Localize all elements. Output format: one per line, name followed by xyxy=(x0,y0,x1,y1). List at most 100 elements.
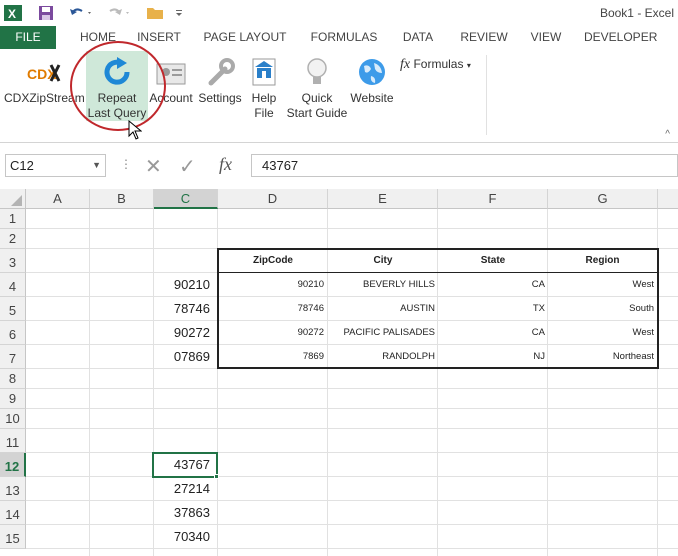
table-cell[interactable]: AUSTIN xyxy=(328,303,437,314)
chevron-down-icon: ▾ xyxy=(466,61,471,70)
redo-icon[interactable] xyxy=(106,3,132,23)
column-header-e[interactable]: E xyxy=(328,189,438,209)
ribbon-separator xyxy=(486,55,487,135)
row-header-11[interactable]: 11 xyxy=(0,429,26,453)
formula-bar-buttons: ✕ ✓ fx xyxy=(137,154,247,179)
website-button[interactable]: Website xyxy=(348,55,396,106)
select-all-corner[interactable] xyxy=(0,189,26,209)
table-cell[interactable]: 7869 xyxy=(218,351,326,362)
gridline xyxy=(26,228,678,229)
cell-c5[interactable]: 78746 xyxy=(154,301,218,316)
cell-c4[interactable]: 90210 xyxy=(154,277,218,292)
table-header-city[interactable]: City xyxy=(328,255,438,266)
row-header-9[interactable]: 9 xyxy=(0,389,26,409)
table-cell[interactable]: West xyxy=(548,279,656,290)
save-icon[interactable] xyxy=(38,3,54,23)
table-cell[interactable]: TX xyxy=(438,303,547,314)
column-header-a[interactable]: A xyxy=(26,189,90,209)
table-cell[interactable]: BEVERLY HILLS xyxy=(328,279,437,290)
formula-input[interactable]: 43767 xyxy=(251,154,678,177)
row-header-1[interactable]: 1 xyxy=(0,209,26,229)
table-cell[interactable]: 78746 xyxy=(218,303,326,314)
collapse-ribbon-icon[interactable]: ^ xyxy=(665,129,670,140)
open-folder-icon[interactable] xyxy=(146,3,166,23)
fill-handle[interactable] xyxy=(214,474,219,479)
row-header-2[interactable]: 2 xyxy=(0,229,26,249)
table-header-region[interactable]: Region xyxy=(548,255,657,266)
insert-function-icon[interactable]: fx xyxy=(219,154,232,175)
mouse-cursor-icon xyxy=(128,119,143,143)
table-cell[interactable]: Northeast xyxy=(548,351,656,362)
globe-icon xyxy=(355,55,389,89)
tab-data[interactable]: DATA xyxy=(398,26,438,49)
cell-c7[interactable]: 07869 xyxy=(154,349,218,364)
quick-start-guide-button[interactable]: Quick Start Guide xyxy=(286,55,348,121)
table-cell[interactable]: CA xyxy=(438,279,547,290)
table-cell[interactable]: South xyxy=(548,303,656,314)
column-header-d[interactable]: D xyxy=(218,189,328,209)
table-cell[interactable]: 90210 xyxy=(218,279,326,290)
title-bar: X Book1 - Excel xyxy=(0,0,678,26)
row-header-6[interactable]: 6 xyxy=(0,321,26,345)
table-cell[interactable]: West xyxy=(548,327,656,338)
chevron-down-icon[interactable]: ▼ xyxy=(92,155,101,176)
worksheet-grid[interactable]: A B C D E F G 1 2 3 4 5 6 7 8 9 10 11 12… xyxy=(0,189,678,556)
gridline xyxy=(26,452,678,453)
cell-c14[interactable]: 37863 xyxy=(154,505,218,520)
table-cell[interactable]: RANDOLPH xyxy=(328,351,437,362)
excel-logo-icon: X xyxy=(4,3,22,23)
row-header-8[interactable]: 8 xyxy=(0,369,26,389)
tab-page-layout[interactable]: PAGE LAYOUT xyxy=(202,26,288,49)
row-header-13[interactable]: 13 xyxy=(0,477,26,501)
gridline xyxy=(26,476,678,477)
column-header-c[interactable]: C xyxy=(154,189,218,209)
tab-insert[interactable]: INSERT xyxy=(134,26,184,49)
formulas-label: Formulas xyxy=(413,57,464,71)
column-header-h[interactable] xyxy=(658,189,678,209)
row-header-7[interactable]: 7 xyxy=(0,345,26,369)
cell-c13[interactable]: 27214 xyxy=(154,481,218,496)
row-header-5[interactable]: 5 xyxy=(0,297,26,321)
quick-label-line1: Quick xyxy=(301,91,333,105)
formulas-dropdown[interactable]: fx Formulas ▾ xyxy=(400,57,480,73)
table-cell[interactable]: 90272 xyxy=(218,327,326,338)
help-file-button[interactable]: Help File xyxy=(246,55,282,121)
window-title: Book1 - Excel xyxy=(599,6,674,20)
gridline xyxy=(153,209,154,556)
gridline xyxy=(89,209,90,556)
tab-view[interactable]: VIEW xyxy=(528,26,564,49)
tab-developer[interactable]: DEVELOPER xyxy=(584,26,657,49)
column-header-f[interactable]: F xyxy=(438,189,548,209)
undo-icon[interactable] xyxy=(68,3,94,23)
row-header-10[interactable]: 10 xyxy=(0,409,26,429)
row-header-4[interactable]: 4 xyxy=(0,273,26,297)
quick-label-line2: Start Guide xyxy=(286,106,348,120)
row-header-15[interactable]: 15 xyxy=(0,525,26,549)
gridline xyxy=(26,500,678,501)
cell-c15[interactable]: 70340 xyxy=(154,529,218,544)
column-header-g[interactable]: G xyxy=(548,189,658,209)
customize-qat-icon[interactable] xyxy=(174,3,184,23)
table-cell[interactable]: CA xyxy=(438,327,547,338)
gridline xyxy=(26,548,678,549)
cell-c6[interactable]: 90272 xyxy=(154,325,218,340)
highlight-circle xyxy=(70,41,166,131)
name-box[interactable]: C12 ▼ xyxy=(5,154,106,177)
svg-text:X: X xyxy=(8,7,16,21)
formula-bar: C12 ▼ ⋮ ✕ ✓ fx 43767 xyxy=(0,143,678,189)
tab-review[interactable]: REVIEW xyxy=(458,26,510,49)
settings-button[interactable]: Settings xyxy=(196,55,244,106)
column-header-b[interactable]: B xyxy=(90,189,154,209)
table-header-zipcode[interactable]: ZipCode xyxy=(219,255,327,266)
cancel-icon[interactable]: ✕ xyxy=(145,154,162,179)
table-cell[interactable]: PACIFIC PALISADES xyxy=(328,327,437,338)
row-header-3[interactable]: 3 xyxy=(0,249,26,273)
row-header-12[interactable]: 12 xyxy=(0,453,26,477)
tab-formulas[interactable]: FORMULAS xyxy=(308,26,380,49)
active-cell-selection[interactable] xyxy=(152,452,218,478)
enter-check-icon[interactable]: ✓ xyxy=(179,154,196,179)
row-header-14[interactable]: 14 xyxy=(0,501,26,525)
table-cell[interactable]: NJ xyxy=(438,351,547,362)
table-header-state[interactable]: State xyxy=(438,255,548,266)
tab-file[interactable]: FILE xyxy=(0,26,56,49)
